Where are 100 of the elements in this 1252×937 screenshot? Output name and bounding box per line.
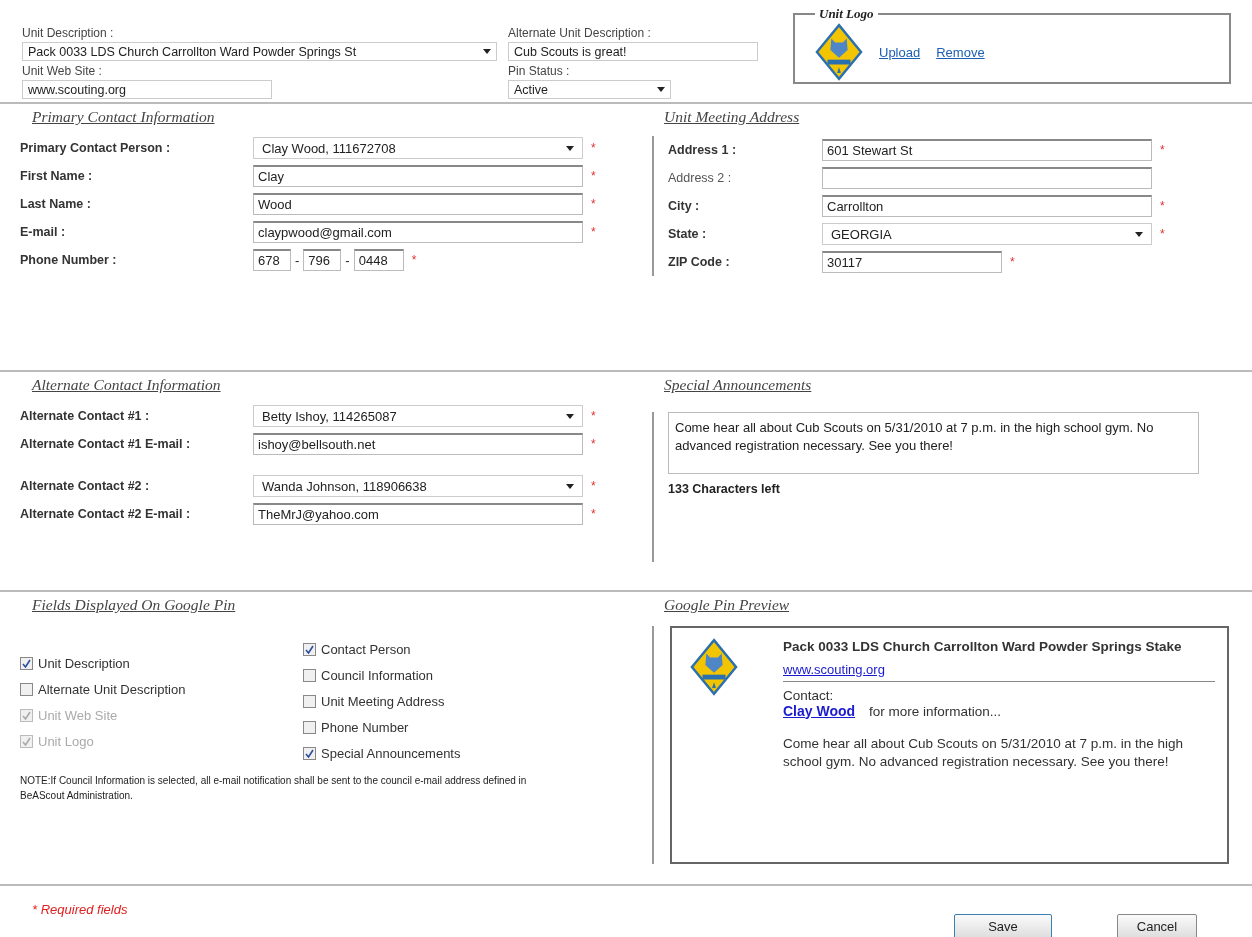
checkbox-label: Contact Person <box>321 641 411 657</box>
section-title: Alternate Contact Information <box>32 376 221 394</box>
section-title: Unit Meeting Address <box>664 108 800 126</box>
note-text: NOTE:If Council Information is selected, all e-mail notification shall be sent to the council e-mail address defined in BeAScout Administration. <box>20 774 528 803</box>
caret-icon <box>483 49 491 54</box>
field-label: Alternate Contact #2 : <box>20 479 151 493</box>
field-label: E-mail : <box>20 225 67 239</box>
caret-icon <box>1135 231 1143 237</box>
checkmark-icon <box>22 710 31 720</box>
required-mark: * <box>591 479 596 493</box>
field-label: First Name : <box>20 169 94 183</box>
checkbox[interactable] <box>303 720 316 734</box>
input-field[interactable]: 30117 <box>822 251 1002 273</box>
caret-icon <box>566 413 574 419</box>
dropdown[interactable]: Wanda Johnson, 118906638 <box>253 475 583 497</box>
input-field[interactable] <box>822 167 1152 189</box>
field-label: Last Name : <box>20 197 92 211</box>
field-label: Address 2 : <box>668 171 733 185</box>
unit-name: Pack 0033 LDS Church Carrollton Ward Powder Springs Stake <box>783 638 1183 656</box>
input-field[interactable]: claypwood@gmail.com <box>253 221 583 243</box>
dropdown[interactable]: GEORGIA <box>822 223 1152 245</box>
input-field[interactable]: 601 Stewart St <box>822 139 1152 161</box>
checkbox[interactable] <box>303 746 316 760</box>
section-title: Fields Displayed On Google Pin <box>32 596 236 614</box>
dropdown[interactable]: Clay Wood, 111672708 <box>253 137 583 159</box>
phone-field[interactable]: 796 <box>303 249 342 271</box>
checkmark-icon <box>305 644 314 654</box>
panel-legend: Unit Logo <box>815 6 878 22</box>
checkbox[interactable] <box>20 656 33 670</box>
website-link[interactable]: www.scouting.org <box>783 661 1215 677</box>
checkbox-label: Unit Web Site <box>38 707 118 723</box>
dropdown[interactable]: Active <box>508 80 671 99</box>
dropdown[interactable]: Betty Ishoy, 114265087 <box>253 405 583 427</box>
field-label: Phone Number : <box>20 253 118 267</box>
checkbox-label: Phone Number <box>321 719 409 735</box>
section-title: Google Pin Preview <box>664 596 790 614</box>
field-label: Alternate Contact #1 E-mail : <box>20 437 192 451</box>
field-label: Alternate Unit Description : <box>508 26 651 40</box>
checkbox-label: Unit Meeting Address <box>321 693 445 709</box>
field-label: City : <box>668 199 701 213</box>
checkbox-label: Alternate Unit Description <box>38 681 186 697</box>
input-field[interactable]: Carrollton <box>822 195 1152 217</box>
checkbox[interactable] <box>303 642 316 656</box>
phone-field[interactable]: 0448 <box>353 249 404 271</box>
checkbox[interactable] <box>20 682 33 696</box>
dropdown[interactable]: Pack 0033 LDS Church Carrollton Ward Powder Springs St <box>22 42 497 61</box>
caret-icon <box>657 87 665 92</box>
contact-label: Contact: <box>783 687 835 703</box>
checkmark-icon <box>22 658 31 668</box>
required-mark: * <box>591 169 596 183</box>
checkbox-label: Special Announcements <box>321 745 461 761</box>
input-field[interactable]: ishoy@bellsouth.net <box>253 433 583 455</box>
input-field[interactable]: TheMrJ@yahoo.com <box>253 503 583 525</box>
field-label: Alternate Contact #1 : <box>20 409 151 423</box>
required-mark: * <box>411 253 417 267</box>
checkbox-label: Unit Logo <box>38 733 94 749</box>
separator: - <box>345 252 350 268</box>
required-mark: * <box>1010 255 1015 269</box>
section-title: Primary Contact Information <box>32 108 215 126</box>
cancel-button[interactable]: Cancel <box>1117 914 1197 937</box>
field-label: State : <box>668 227 708 241</box>
checkbox[interactable] <box>303 668 316 682</box>
field-label: Alternate Contact #2 E-mail : <box>20 507 192 521</box>
checkmark-icon <box>305 748 314 758</box>
required-mark: * <box>591 409 596 423</box>
field-label: Primary Contact Person : <box>20 141 172 155</box>
field-label: Address 1 : <box>668 143 738 157</box>
checkbox-label: Unit Description <box>38 655 130 671</box>
separator: - <box>295 252 300 268</box>
required-mark: * <box>1160 227 1165 241</box>
input-field[interactable]: Clay <box>253 165 583 187</box>
link[interactable]: Remove <box>936 44 985 60</box>
field-label: Pin Status : <box>508 64 570 78</box>
input-field[interactable]: Wood <box>253 193 583 215</box>
required-mark: * <box>591 507 596 521</box>
contact-link[interactable]: Clay Wood <box>783 702 856 719</box>
field-label: Unit Description : <box>22 26 114 40</box>
link[interactable]: Upload <box>879 44 921 60</box>
required-mark: * <box>591 197 596 211</box>
save-button[interactable]: Save <box>954 914 1052 937</box>
emblem-icon <box>815 23 863 81</box>
caret-icon <box>566 483 574 489</box>
contact-suffix: for more information... <box>869 703 1002 719</box>
required-mark: * <box>591 225 596 239</box>
field-label: Unit Web Site : <box>22 64 102 78</box>
section-title: Special Announcements <box>664 376 812 394</box>
announcement-text: Come hear all about Cub Scouts on 5/31/2010 at 7 p.m. in the high school gym. No advanced registration necessary. See you there! <box>783 734 1184 771</box>
required-mark: * <box>591 141 596 155</box>
required-note: * Required fields <box>32 902 128 919</box>
field-label: ZIP Code : <box>668 255 731 269</box>
checkmark-icon <box>22 736 31 746</box>
required-mark: * <box>1160 143 1165 157</box>
emblem-icon <box>690 638 738 696</box>
input-field[interactable]: Cub Scouts is great! <box>508 42 758 61</box>
required-mark: * <box>591 437 596 451</box>
announcement-textarea[interactable]: Come hear all about Cub Scouts on 5/31/2010 at 7 p.m. in the high school gym. No advanced registration necessary. See you there! <box>668 412 1199 474</box>
checkbox[interactable] <box>303 694 316 708</box>
input-field[interactable]: www.scouting.org <box>22 80 272 99</box>
phone-field[interactable]: 678 <box>253 249 291 271</box>
caret-icon <box>566 145 574 151</box>
